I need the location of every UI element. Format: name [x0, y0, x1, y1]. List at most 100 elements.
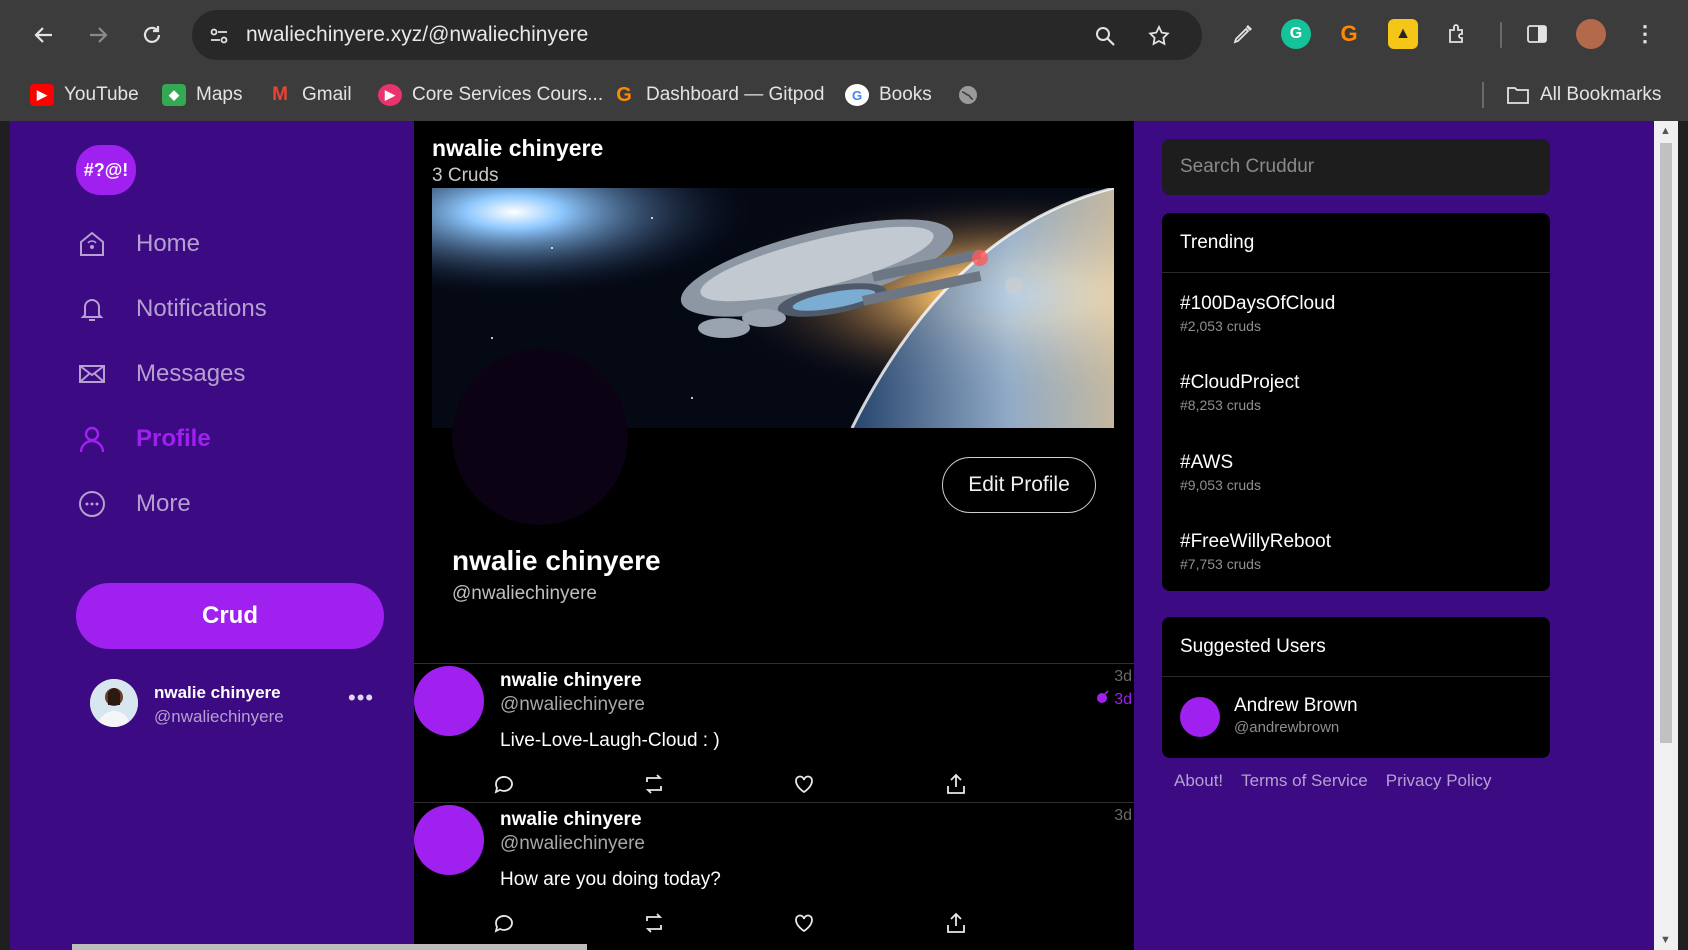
back-icon[interactable]: [26, 17, 62, 53]
sidebar: #?@! Home Notifications Messages Profile: [10, 121, 414, 950]
user-menu-icon[interactable]: •••: [348, 685, 374, 711]
profile-avatar: [452, 349, 628, 525]
post-text: Live-Love-Laugh-Cloud : ): [500, 730, 720, 751]
suggested-user-avatar: [1180, 697, 1220, 737]
crud-button[interactable]: Crud: [76, 583, 384, 649]
bookmark-maps[interactable]: ◆ Maps: [162, 80, 242, 110]
eyedropper-icon[interactable]: [1228, 19, 1258, 49]
scroll-down-icon[interactable]: ▼: [1660, 934, 1671, 946]
trending-tag: #FreeWillyReboot: [1180, 531, 1331, 552]
suggested-users-card: Suggested Users Andrew Brown @andrewbrow…: [1162, 617, 1550, 758]
post-author-name[interactable]: nwalie chinyere: [500, 809, 642, 831]
like-icon[interactable]: [792, 772, 818, 798]
current-user[interactable]: nwalie chinyere @nwaliechinyere •••: [90, 679, 390, 731]
zoom-search-icon[interactable]: [1092, 23, 1118, 49]
scroll-up-icon[interactable]: ▲: [1660, 125, 1671, 137]
trending-card: Trending #100DaysOfCloud #2,053 cruds #C…: [1162, 213, 1550, 591]
home-icon: [76, 228, 108, 260]
trending-item[interactable]: #FreeWillyReboot #7,753 cruds: [1180, 531, 1331, 572]
forward-icon[interactable]: [80, 17, 116, 53]
bookmark-gmail[interactable]: M Gmail: [268, 80, 352, 110]
share-icon[interactable]: [944, 911, 970, 937]
suggested-title: Suggested Users: [1162, 617, 1550, 677]
post-item[interactable]: nwalie chinyere @nwaliechinyere How are …: [414, 803, 1134, 950]
post-avatar[interactable]: [414, 666, 484, 736]
edit-profile-button[interactable]: Edit Profile: [942, 457, 1096, 513]
horizontal-scrollbar-thumb[interactable]: [72, 944, 587, 950]
warning-extension-icon[interactable]: ▲: [1388, 19, 1418, 49]
nav-home[interactable]: Home: [76, 219, 200, 269]
bookmark-gitpod[interactable]: G Dashboard — Gitpod: [612, 80, 825, 110]
side-panel-icon[interactable]: [1522, 19, 1552, 49]
repost-icon[interactable]: [642, 772, 668, 798]
post-time: 3d: [1114, 668, 1132, 685]
maps-icon: ◆: [162, 84, 186, 106]
nav-more[interactable]: More: [76, 479, 191, 529]
browser-chrome: nwaliechinyere.xyz/@nwaliechinyere G G ▲…: [0, 0, 1688, 121]
right-column: Trending #100DaysOfCloud #2,053 cruds #C…: [1134, 121, 1654, 950]
gitpod-icon: G: [616, 83, 632, 106]
trending-count: #7,753 cruds: [1180, 556, 1261, 572]
profile-main: nwalie chinyere 3 Cruds Edit Profile nwa…: [414, 121, 1134, 950]
trending-item[interactable]: #AWS #9,053 cruds: [1180, 452, 1261, 493]
menu-kebab-icon[interactable]: ⋮: [1630, 19, 1660, 49]
url-text[interactable]: nwaliechinyere.xyz/@nwaliechinyere: [246, 23, 588, 47]
site-settings-icon[interactable]: [206, 23, 232, 49]
reply-icon[interactable]: [492, 772, 518, 798]
reload-icon[interactable]: [134, 17, 170, 53]
profile-display-name: nwalie chinyere: [452, 545, 661, 576]
footer-links: About! Terms of Service Privacy Policy: [1174, 771, 1492, 791]
bookmarks-bar: ▶ YouTube ◆ Maps M Gmail ▶ Core Services…: [0, 70, 1688, 120]
nav-notifications[interactable]: Notifications: [76, 284, 267, 334]
bookmark-books[interactable]: G Books: [845, 80, 932, 110]
toolbar-separator: [1500, 22, 1502, 48]
more-circle-icon: [76, 488, 108, 520]
nav-profile[interactable]: Profile: [76, 414, 211, 464]
post-time: 3d: [1114, 807, 1132, 824]
trending-title: Trending: [1162, 213, 1550, 273]
search-input[interactable]: [1162, 139, 1550, 195]
cruddur-logo[interactable]: #?@!: [76, 145, 136, 195]
reply-icon[interactable]: [492, 911, 518, 937]
post-actions: [492, 772, 972, 800]
nav-profile-label: Profile: [136, 425, 211, 452]
bookmarks-separator: [1482, 82, 1484, 108]
gitpod-extension-icon[interactable]: G: [1334, 19, 1364, 49]
bookmark-youtube[interactable]: ▶ YouTube: [30, 80, 139, 110]
post-author-handle[interactable]: @nwaliechinyere: [500, 833, 645, 855]
bookmark-label: Dashboard — Gitpod: [646, 84, 825, 105]
footer-privacy-link[interactable]: Privacy Policy: [1386, 771, 1492, 791]
footer-about-link[interactable]: About!: [1174, 771, 1223, 791]
suggested-user-name: Andrew Brown: [1234, 695, 1358, 716]
post-avatar[interactable]: [414, 805, 484, 875]
profile-header-name: nwalie chinyere: [432, 135, 604, 161]
scrollbar-thumb[interactable]: [1660, 143, 1672, 743]
cruddur-page: #?@! Home Notifications Messages Profile: [10, 121, 1654, 950]
bookmark-globe[interactable]: [956, 80, 980, 110]
like-icon[interactable]: [792, 911, 818, 937]
post-author-handle[interactable]: @nwaliechinyere: [500, 694, 645, 716]
grammarly-icon[interactable]: G: [1281, 19, 1311, 49]
profile-avatar-icon[interactable]: [1576, 19, 1606, 49]
bookmark-star-icon[interactable]: [1146, 23, 1172, 49]
share-icon[interactable]: [944, 772, 970, 798]
bookmark-core-services[interactable]: ▶ Core Services Cours...: [378, 80, 603, 110]
nav-messages[interactable]: Messages: [76, 349, 245, 399]
gmail-icon: M: [272, 84, 288, 105]
trending-item[interactable]: #100DaysOfCloud #2,053 cruds: [1180, 293, 1335, 334]
extensions-puzzle-icon[interactable]: [1442, 19, 1472, 49]
crud-count: 3 Cruds: [432, 165, 499, 186]
address-bar[interactable]: nwaliechinyere.xyz/@nwaliechinyere: [192, 10, 1202, 60]
post-author-name[interactable]: nwalie chinyere: [500, 670, 642, 692]
trending-count: #2,053 cruds: [1180, 318, 1261, 334]
all-bookmarks[interactable]: All Bookmarks: [1506, 80, 1661, 110]
all-bookmarks-label: All Bookmarks: [1540, 84, 1662, 105]
bomb-icon: [1096, 690, 1110, 709]
trending-item[interactable]: #CloudProject #8,253 cruds: [1180, 372, 1299, 413]
post-item[interactable]: nwalie chinyere @nwaliechinyere Live-Lov…: [414, 664, 1134, 812]
nav-messages-label: Messages: [136, 360, 246, 387]
vertical-scrollbar[interactable]: ▲ ▼: [1654, 121, 1678, 950]
footer-terms-link[interactable]: Terms of Service: [1241, 771, 1368, 791]
post-expires-label: 3d: [1114, 690, 1132, 708]
repost-icon[interactable]: [642, 911, 668, 937]
